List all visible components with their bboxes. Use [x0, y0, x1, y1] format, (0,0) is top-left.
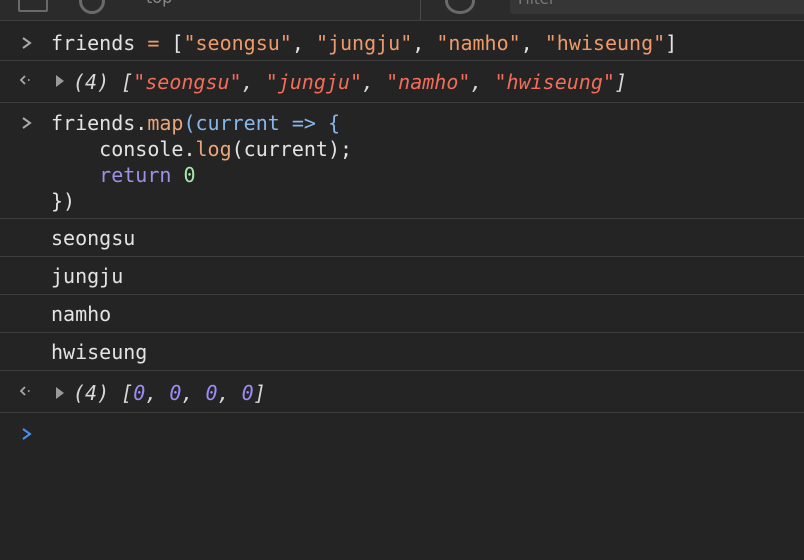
clear-console-icon[interactable]	[79, 0, 105, 14]
number-literal: 0	[183, 163, 196, 187]
expand-triangle-icon[interactable]	[55, 386, 65, 400]
array-length: (4)	[73, 70, 110, 94]
console-log-entry: seongsu	[0, 219, 804, 257]
string-literal: "hwiseung"	[544, 31, 666, 55]
arguments: (current);	[231, 137, 353, 161]
console-result-entry: (4) [0, 0, 0, 0]	[0, 371, 804, 413]
code-line: friends = ["seongsu", "jungju", "namho",…	[51, 30, 677, 56]
code-line: return 0	[51, 162, 196, 188]
console-log-entry: namho	[0, 295, 804, 333]
string-value: "hwiseung"	[494, 70, 615, 94]
console-toolbar: top Filter	[0, 0, 804, 21]
object-name: friends	[51, 111, 136, 135]
arrow-brace: => {	[279, 111, 341, 135]
string-literal: "namho"	[436, 31, 521, 55]
chevron-right-icon	[20, 110, 34, 136]
number-value: 0	[169, 381, 182, 405]
bracket-open: [	[121, 70, 134, 94]
console-prompt-input[interactable]	[0, 413, 804, 560]
console-log-entry: hwiseung	[0, 333, 804, 371]
log-message: jungju	[51, 264, 124, 288]
log-message: namho	[51, 302, 112, 326]
separator: ,	[241, 70, 266, 94]
bracket-open: [	[171, 31, 184, 55]
bracket-close: ]	[253, 381, 266, 405]
result-arrow-icon	[19, 75, 31, 85]
bracket-close: ]	[614, 70, 627, 94]
paren-open: (	[183, 111, 196, 135]
console-result-entry: (4) ["seongsu", "jungju", "namho", "hwis…	[0, 61, 804, 103]
method-name: log	[195, 137, 232, 161]
dot: .	[183, 137, 196, 161]
keyword: return	[99, 163, 172, 187]
object-name: console	[99, 137, 184, 161]
code-line: console.log(current);	[51, 136, 352, 162]
console-input-entry: friends.map(current => { console.log(cur…	[0, 103, 804, 219]
filter-input[interactable]: Filter	[510, 0, 804, 14]
chevron-right-icon	[20, 421, 34, 447]
bracket-close: ]	[665, 31, 678, 55]
parameter: current	[195, 111, 280, 135]
string-value: "jungju"	[265, 70, 363, 94]
array-preview[interactable]: (4) ["seongsu", "jungju", "namho", "hwis…	[73, 69, 627, 95]
separator: ,	[362, 70, 387, 94]
separator: ,	[181, 381, 206, 405]
string-literal: "jungju"	[315, 31, 413, 55]
console-panel: top Filter friends = ["seongsu", "jungju…	[0, 0, 804, 560]
separator: ,	[291, 31, 316, 55]
code-line: friends.map(current => {	[51, 110, 340, 136]
operator: =	[135, 31, 172, 55]
variable-name: friends	[51, 31, 136, 55]
console-log-entry: jungju	[0, 257, 804, 295]
log-message: seongsu	[51, 226, 136, 250]
code-line: })	[51, 189, 76, 213]
method-name: map	[147, 111, 184, 135]
number-value: 0	[133, 381, 146, 405]
bracket-open: [	[121, 381, 134, 405]
separator: ,	[470, 70, 495, 94]
number-value: 0	[205, 381, 218, 405]
separator: ,	[145, 381, 170, 405]
string-value: "namho"	[386, 70, 471, 94]
expand-triangle-icon[interactable]	[55, 74, 65, 88]
array-length: (4)	[73, 381, 110, 405]
separator: ,	[520, 31, 545, 55]
string-literal: "seongsu"	[183, 31, 292, 55]
context-selector[interactable]: top	[146, 0, 172, 7]
log-message: hwiseung	[51, 340, 148, 364]
dot: .	[135, 111, 148, 135]
live-expression-icon[interactable]	[445, 0, 475, 14]
sidebar-toggle-icon[interactable]	[18, 0, 48, 12]
number-value: 0	[241, 381, 254, 405]
result-arrow-icon	[19, 386, 31, 396]
console-input-entry: friends = ["seongsu", "jungju", "namho",…	[0, 21, 804, 61]
string-value: "seongsu"	[133, 70, 242, 94]
toolbar-divider	[420, 0, 421, 20]
array-preview[interactable]: (4) [0, 0, 0, 0]	[73, 380, 266, 406]
chevron-right-icon	[20, 30, 34, 56]
separator: ,	[412, 31, 437, 55]
separator: ,	[217, 381, 242, 405]
